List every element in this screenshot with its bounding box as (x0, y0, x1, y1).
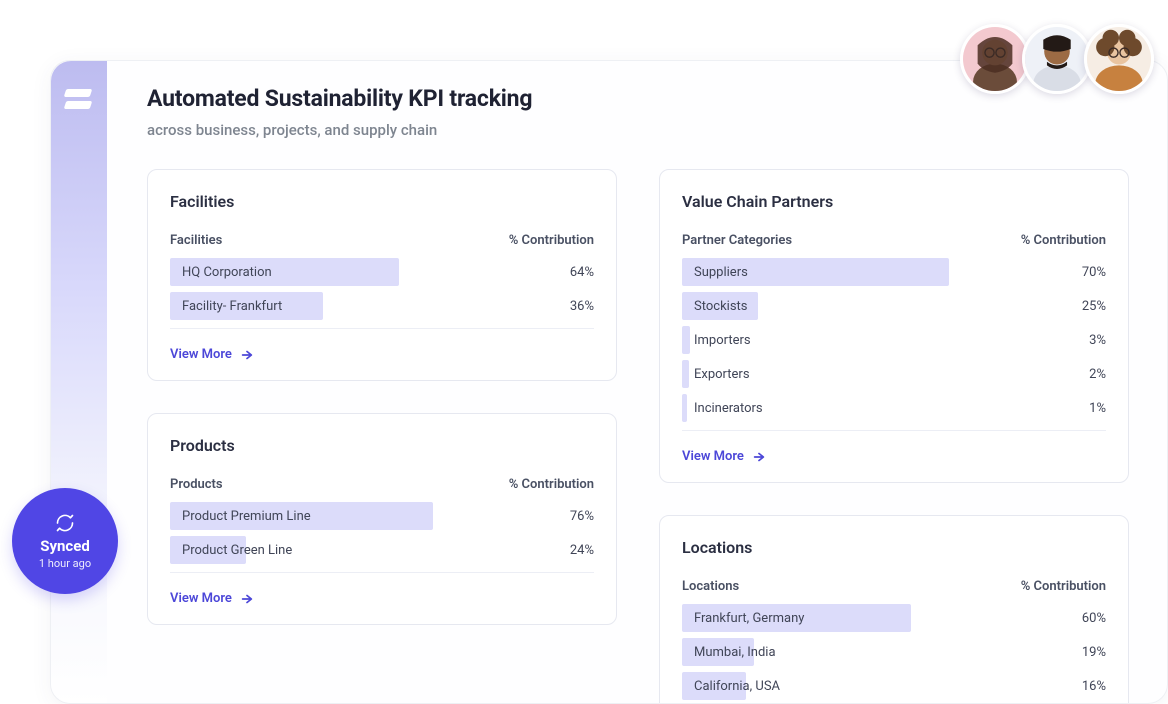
list-label: Products (170, 477, 223, 492)
row-label: Incinerators (682, 401, 763, 416)
row-value: 24% (558, 543, 594, 558)
arrow-right-icon (240, 348, 254, 362)
table-row: Incinerators 1% (682, 394, 1106, 422)
card-products: Products Products % Contribution Product… (147, 413, 617, 625)
row-label: Product Premium Line (170, 509, 311, 524)
row-value: 70% (1070, 265, 1106, 280)
row-label: Stockists (682, 299, 748, 314)
table-row: Stockists 25% (682, 292, 1106, 320)
list-header: Facilities % Contribution (170, 233, 594, 248)
divider (170, 572, 594, 573)
sync-time-text: 1 hour ago (39, 557, 91, 570)
row-label: Product Green Line (170, 543, 292, 558)
sync-icon (55, 513, 75, 533)
row-value: 64% (558, 265, 594, 280)
list-label: Facilities (170, 233, 222, 248)
arrow-right-icon (240, 592, 254, 606)
row-value: 3% (1077, 333, 1106, 348)
view-more-button[interactable]: View More (170, 347, 254, 362)
table-row: Product Green Line 24% (170, 536, 594, 564)
card-facilities: Facilities Facilities % Contribution HQ … (147, 169, 617, 381)
card-title: Locations (682, 538, 1106, 557)
page-subtitle: across business, projects, and supply ch… (147, 121, 532, 139)
divider (170, 328, 594, 329)
sync-status-text: Synced (40, 537, 90, 555)
row-label: Frankfurt, Germany (682, 611, 804, 626)
table-row: Product Premium Line 76% (170, 502, 594, 530)
view-more-button[interactable]: View More (170, 591, 254, 606)
table-row: HQ Corporation 64% (170, 258, 594, 286)
table-row: Mumbai, India 19% (682, 638, 1106, 666)
row-value: 1% (1077, 401, 1106, 416)
table-row: Facility- Frankfurt 36% (170, 292, 594, 320)
view-more-label: View More (170, 591, 232, 606)
view-more-label: View More (170, 347, 232, 362)
page-title: Automated Sustainability KPI tracking (147, 85, 532, 112)
card-title: Products (170, 436, 594, 455)
list-header: Products % Contribution (170, 477, 594, 492)
row-label: Mumbai, India (682, 645, 776, 660)
row-value: 25% (1070, 299, 1106, 314)
sync-status-badge: Synced 1 hour ago (12, 488, 118, 594)
app-logo-icon (65, 89, 93, 115)
sidebar (51, 61, 107, 703)
table-row: Exporters 2% (682, 360, 1106, 388)
arrow-right-icon (752, 450, 766, 464)
row-label: Facility- Frankfurt (170, 299, 282, 314)
row-value: 76% (558, 509, 594, 524)
contribution-header: % Contribution (509, 233, 594, 248)
view-more-label: View More (682, 449, 744, 464)
row-label: Exporters (682, 367, 750, 382)
row-label: California, USA (682, 679, 780, 694)
row-value: 2% (1077, 367, 1106, 382)
card-title: Facilities (170, 192, 594, 211)
page-header: Automated Sustainability KPI tracking ac… (147, 85, 532, 139)
row-value: 19% (1070, 645, 1106, 660)
table-row: Importers 3% (682, 326, 1106, 354)
row-value: 36% (558, 299, 594, 314)
list-header: Locations % Contribution (682, 579, 1106, 594)
avatar (1084, 24, 1154, 94)
table-row: Frankfurt, Germany 60% (682, 604, 1106, 632)
contribution-header: % Contribution (1021, 579, 1106, 594)
row-value: 16% (1070, 679, 1106, 694)
avatar (960, 24, 1030, 94)
row-label: Importers (682, 333, 751, 348)
table-row: California, USA 16% (682, 672, 1106, 700)
view-more-button[interactable]: View More (682, 449, 766, 464)
list-header: Partner Categories % Contribution (682, 233, 1106, 248)
card-value-chain-partners: Value Chain Partners Partner Categories … (659, 169, 1129, 483)
avatar (1022, 24, 1092, 94)
dashboard-panel: Automated Sustainability KPI tracking ac… (50, 60, 1168, 704)
row-label: Suppliers (682, 265, 748, 280)
card-title: Value Chain Partners (682, 192, 1106, 211)
row-value: 60% (1070, 611, 1106, 626)
list-label: Partner Categories (682, 233, 792, 248)
table-row: Suppliers 70% (682, 258, 1106, 286)
row-label: HQ Corporation (170, 265, 272, 280)
contribution-header: % Contribution (1021, 233, 1106, 248)
list-label: Locations (682, 579, 739, 594)
contribution-header: % Contribution (509, 477, 594, 492)
card-locations: Locations Locations % Contribution Frank… (659, 515, 1129, 703)
avatars-group (968, 24, 1154, 94)
divider (682, 430, 1106, 431)
